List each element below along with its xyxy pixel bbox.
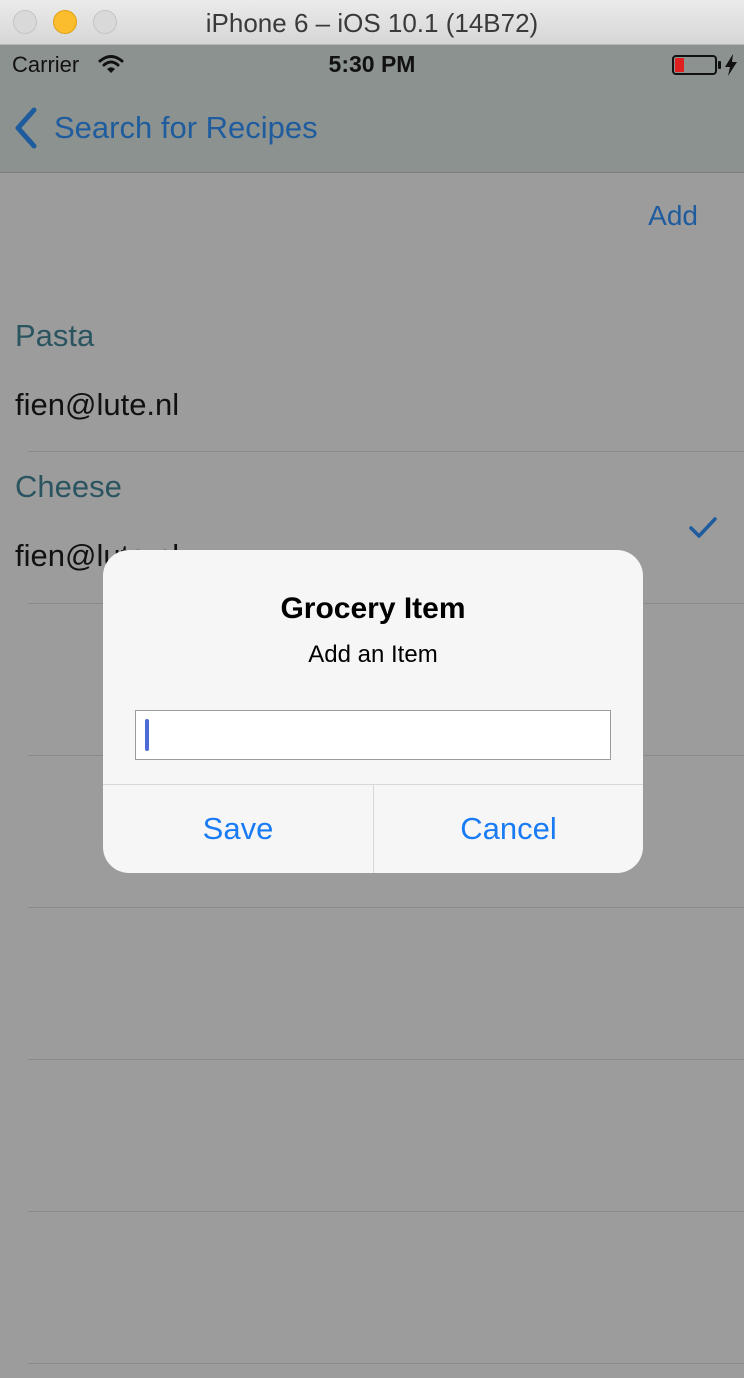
status-time: 5:30 PM [328,51,416,77]
cancel-button[interactable]: Cancel [374,785,643,873]
charging-bolt-icon [725,54,737,76]
row-separator [28,451,744,452]
battery-icon [672,55,721,75]
alert-message: Add an Item [308,641,438,668]
section-header-cheese: Cheese [15,469,122,504]
window-title: iPhone 6 – iOS 10.1 (14B72) [205,8,539,38]
row-separator [28,1059,744,1060]
save-button[interactable]: Save [103,785,373,873]
row-separator [28,907,744,908]
section-header-pasta: Pasta [15,318,95,353]
list-item[interactable]: fien@lute.nl [15,387,179,423]
alert-dialog: Grocery Item Add an Item Save Cancel [103,550,643,873]
back-chevron-icon [15,107,37,149]
back-button-label: Search for Recipes [54,110,318,145]
back-button[interactable]: Search for Recipes [12,104,318,152]
item-text-field[interactable] [135,710,611,760]
simulator-title-bar: iPhone 6 – iOS 10.1 (14B72) [0,0,744,45]
add-button[interactable]: Add [648,200,698,232]
row-separator [28,1211,744,1212]
alert-title: Grocery Item [280,592,466,625]
row-separator [28,1363,744,1364]
checkmark-icon [689,517,717,538]
text-caret [145,719,149,751]
